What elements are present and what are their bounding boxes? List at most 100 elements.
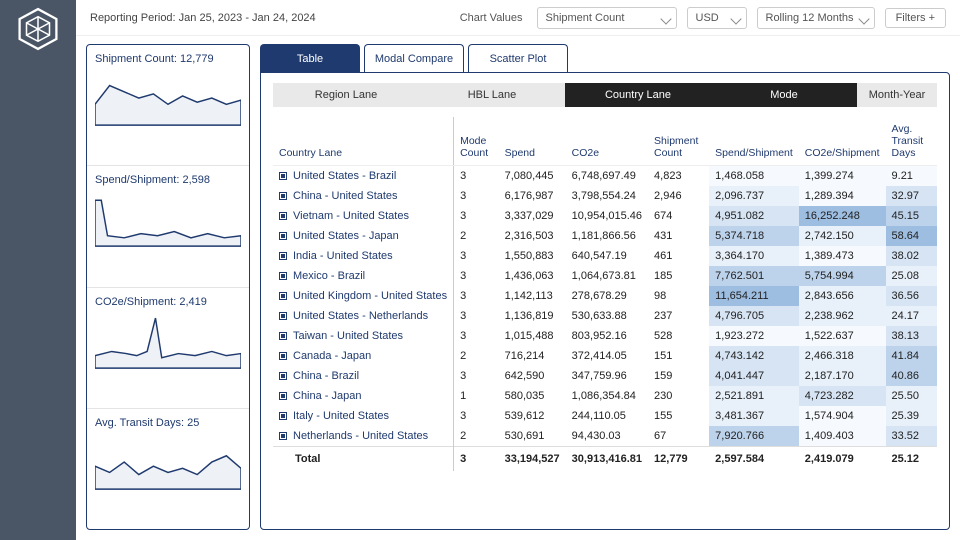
segment-bar: Region LaneHBL LaneCountry LaneModeMonth… xyxy=(273,83,937,107)
cell-atd: 36.56 xyxy=(886,286,937,306)
col-header[interactable]: Shipment Count xyxy=(648,117,709,166)
col-header[interactable]: CO2e xyxy=(566,117,648,166)
cell-cps: 1,399.274 xyxy=(799,166,886,187)
cell-spend: 1,015,488 xyxy=(499,326,566,346)
table-row[interactable]: Netherlands - United States2530,69194,43… xyxy=(273,426,937,447)
table-row[interactable]: Mexico - Brazil31,436,0631,064,673.81185… xyxy=(273,266,937,286)
expand-icon[interactable] xyxy=(279,332,287,340)
col-header[interactable]: Spend/Shipment xyxy=(709,117,799,166)
expand-icon[interactable] xyxy=(279,272,287,280)
expand-icon[interactable] xyxy=(279,212,287,220)
currency-value: USD xyxy=(696,12,719,24)
segment-hbl-lane[interactable]: HBL Lane xyxy=(419,83,565,107)
expand-icon[interactable] xyxy=(279,372,287,380)
table-row[interactable]: India - United States31,550,883640,547.1… xyxy=(273,246,937,266)
chart-values-select[interactable]: Shipment Count xyxy=(537,7,677,29)
table-row[interactable]: United States - Japan22,316,5031,181,866… xyxy=(273,226,937,246)
cell-spend: 580,035 xyxy=(499,386,566,406)
col-header[interactable]: Spend xyxy=(499,117,566,166)
cell-co2e: 244,110.05 xyxy=(566,406,648,426)
tab-table[interactable]: Table xyxy=(260,44,360,72)
filters-label: Filters + xyxy=(896,12,935,24)
cell-atd: 33.52 xyxy=(886,426,937,447)
expand-icon[interactable] xyxy=(279,352,287,360)
expand-icon[interactable] xyxy=(279,392,287,400)
tab-scatter-plot[interactable]: Scatter Plot xyxy=(468,44,568,72)
cell-mc: 2 xyxy=(454,346,499,366)
cell-atd: 9.21 xyxy=(886,166,937,187)
segment-country-lane[interactable]: Country Lane xyxy=(565,83,711,107)
expand-icon[interactable] xyxy=(279,232,287,240)
cell-lane: United Kingdom - United States xyxy=(273,286,454,306)
table-row[interactable]: China - United States36,176,9873,798,554… xyxy=(273,186,937,206)
nav-rail xyxy=(0,0,76,540)
cell-sc: 230 xyxy=(648,386,709,406)
range-select[interactable]: Rolling 12 Months xyxy=(757,7,875,29)
kpi-card[interactable]: Spend/Shipment: 2,598 xyxy=(87,166,249,287)
sparkline-icon xyxy=(95,186,241,250)
tab-modal-compare[interactable]: Modal Compare xyxy=(364,44,464,72)
expand-icon[interactable] xyxy=(279,432,287,440)
segment-month-year[interactable]: Month-Year xyxy=(857,83,937,107)
table-row[interactable]: China - Brazil3642,590347,759.961594,041… xyxy=(273,366,937,386)
cell-sps: 7,762.501 xyxy=(709,266,799,286)
table-row[interactable]: Vietnam - United States33,337,02910,954,… xyxy=(273,206,937,226)
cell-sc: 155 xyxy=(648,406,709,426)
filters-button[interactable]: Filters + xyxy=(885,8,946,28)
table-row[interactable]: United States - Netherlands31,136,819530… xyxy=(273,306,937,326)
currency-select[interactable]: USD xyxy=(687,7,747,29)
cell-cps: 2,238.962 xyxy=(799,306,886,326)
cell-mc: 3 xyxy=(454,306,499,326)
cell-atd: 45.15 xyxy=(886,206,937,226)
kpi-card[interactable]: CO2e/Shipment: 2,419 xyxy=(87,288,249,409)
cell-co2e: 6,748,697.49 xyxy=(566,166,648,187)
cell-mc: 3 xyxy=(454,266,499,286)
col-header[interactable]: CO2e/Shipment xyxy=(799,117,886,166)
cell-spend: 1,142,113 xyxy=(499,286,566,306)
expand-icon[interactable] xyxy=(279,252,287,260)
cell-spend: 530,691 xyxy=(499,426,566,447)
chevron-down-icon xyxy=(660,13,671,24)
chart-values-value: Shipment Count xyxy=(546,12,625,24)
cell-sps: 4,951.082 xyxy=(709,206,799,226)
cell-spend: 539,612 xyxy=(499,406,566,426)
col-header[interactable]: Avg. Transit Days xyxy=(886,117,937,166)
table-row[interactable]: Taiwan - United States31,015,488803,952.… xyxy=(273,326,937,346)
segment-mode[interactable]: Mode xyxy=(711,83,857,107)
cell-sc: 461 xyxy=(648,246,709,266)
total-mc: 3 xyxy=(454,447,499,472)
table-row[interactable]: Italy - United States3539,612244,110.051… xyxy=(273,406,937,426)
kpi-title: Shipment Count: 12,779 xyxy=(95,53,241,65)
expand-icon[interactable] xyxy=(279,412,287,420)
cell-mc: 3 xyxy=(454,206,499,226)
col-header[interactable]: Mode Count xyxy=(454,117,499,166)
table-row[interactable]: Canada - Japan2716,214372,414.051514,743… xyxy=(273,346,937,366)
sparkline-icon xyxy=(95,429,241,493)
cell-cps: 5,754.994 xyxy=(799,266,886,286)
cell-atd: 25.08 xyxy=(886,266,937,286)
cell-mc: 2 xyxy=(454,226,499,246)
cell-sc: 528 xyxy=(648,326,709,346)
expand-icon[interactable] xyxy=(279,192,287,200)
cell-mc: 1 xyxy=(454,386,499,406)
expand-icon[interactable] xyxy=(279,172,287,180)
kpi-title: Avg. Transit Days: 25 xyxy=(95,417,241,429)
cell-spend: 642,590 xyxy=(499,366,566,386)
cell-sc: 67 xyxy=(648,426,709,447)
expand-icon[interactable] xyxy=(279,312,287,320)
table-row[interactable]: United States - Brazil37,080,4456,748,69… xyxy=(273,166,937,187)
table-row[interactable]: United Kingdom - United States31,142,113… xyxy=(273,286,937,306)
sparkline-icon xyxy=(95,308,241,372)
expand-icon[interactable] xyxy=(279,292,287,300)
kpi-title: CO2e/Shipment: 2,419 xyxy=(95,296,241,308)
content: Shipment Count: 12,779 Spend/Shipment: 2,… xyxy=(76,36,960,540)
kpi-title: Spend/Shipment: 2,598 xyxy=(95,174,241,186)
segment-region-lane[interactable]: Region Lane xyxy=(273,83,419,107)
table-body: United States - Brazil37,080,4456,748,69… xyxy=(273,166,937,447)
cell-co2e: 278,678.29 xyxy=(566,286,648,306)
kpi-card[interactable]: Avg. Transit Days: 25 xyxy=(87,409,249,529)
table-row[interactable]: China - Japan1580,0351,086,354.842302,52… xyxy=(273,386,937,406)
col-header[interactable]: Country Lane xyxy=(273,117,454,166)
kpi-card[interactable]: Shipment Count: 12,779 xyxy=(87,45,249,166)
data-table: Country LaneMode CountSpendCO2eShipment … xyxy=(273,117,937,471)
